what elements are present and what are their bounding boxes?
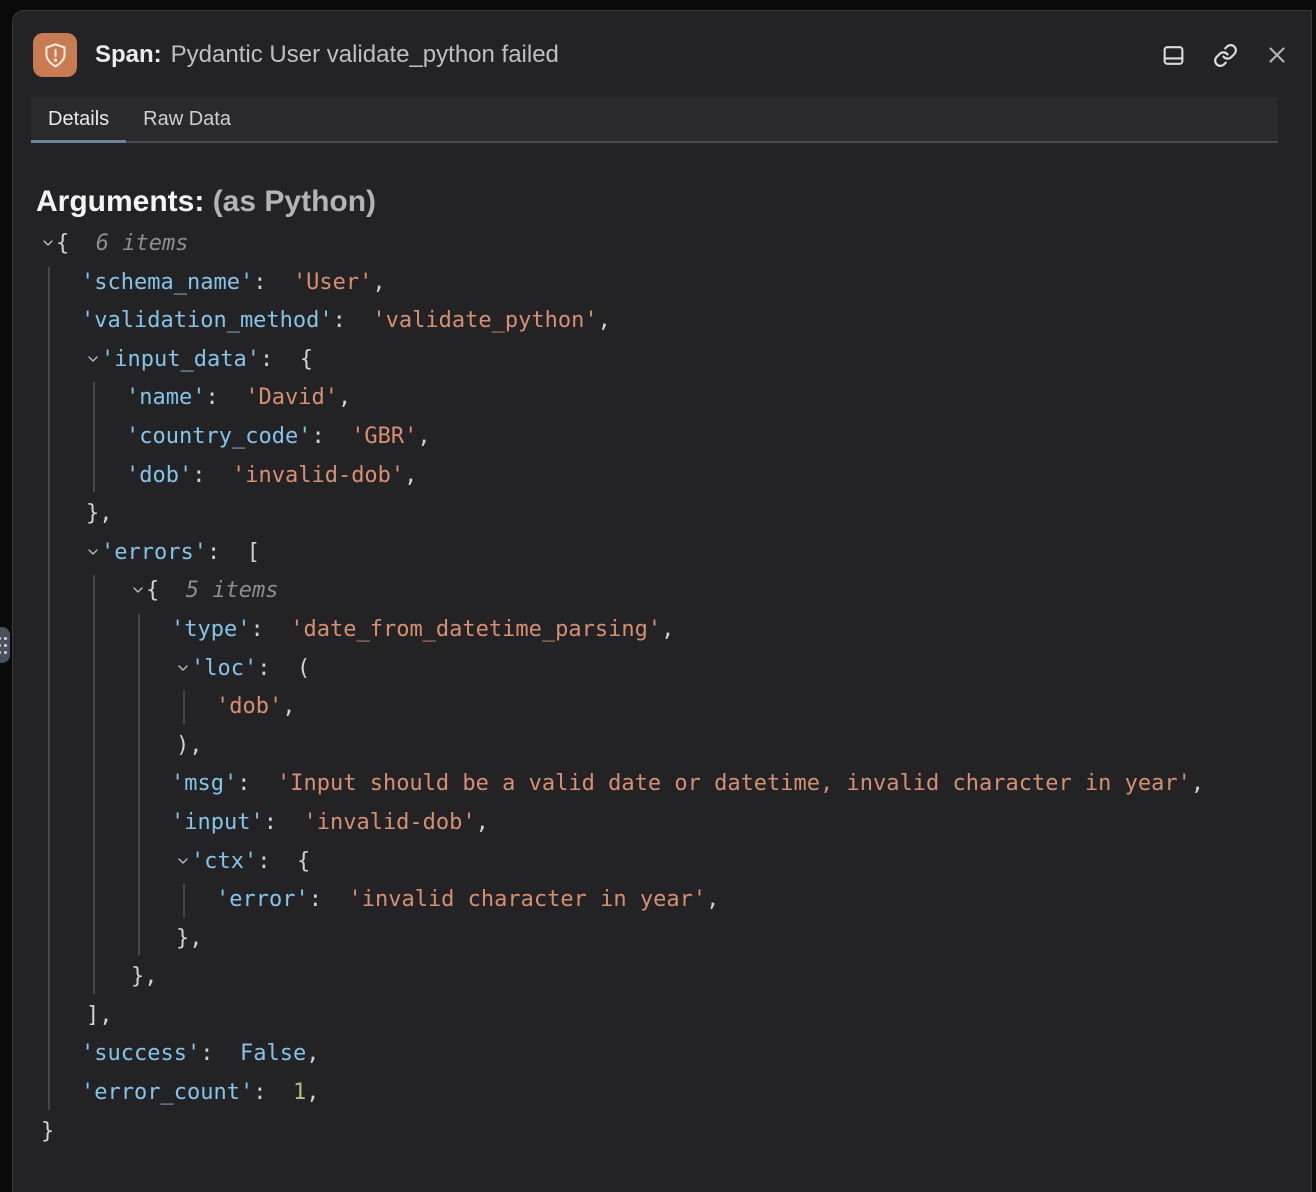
- code-line: { 6 items: [36, 225, 1311, 264]
- code-line: 'dob': 'invalid-dob',: [36, 457, 1311, 496]
- dock-panel-button[interactable]: [1161, 43, 1186, 68]
- code-line: 'type': 'date_from_datetime_parsing',: [36, 611, 1311, 650]
- chevron-down-icon[interactable]: [41, 225, 56, 264]
- code-line: },: [36, 958, 1311, 997]
- header-actions: [1161, 43, 1289, 68]
- panel-resize-handle[interactable]: [0, 627, 10, 663]
- span-title-text: Pydantic User validate_python failed: [171, 41, 559, 68]
- code-line: 'errors': [: [36, 534, 1311, 573]
- code-line: 'msg': 'Input should be a valid date or …: [36, 765, 1311, 804]
- code-line: 'schema_name': 'User',: [36, 264, 1311, 303]
- arguments-heading-main: Arguments:: [36, 185, 204, 218]
- code-line: 'input': 'invalid-dob',: [36, 804, 1311, 843]
- close-panel-button[interactable]: [1265, 43, 1289, 67]
- close-icon: [1265, 43, 1289, 67]
- code-line: 'error': 'invalid character in year',: [36, 881, 1311, 920]
- code-tree: { 6 items'schema_name': 'User','validati…: [36, 225, 1311, 1151]
- details-content: Arguments: (as Python) { 6 items'schema_…: [13, 143, 1311, 1151]
- screen: Span: Pydantic User validate_python faile…: [0, 0, 1316, 1192]
- indent-guide: [183, 691, 185, 724]
- code-line: 'error_count': 1,: [36, 1074, 1311, 1113]
- indent-guide: [48, 267, 50, 1110]
- grip-dots-icon: [0, 637, 7, 654]
- code-line: 'ctx': {: [36, 843, 1311, 882]
- copy-link-button[interactable]: [1213, 43, 1238, 68]
- chevron-down-icon[interactable]: [86, 341, 101, 380]
- code-line: }: [36, 1113, 1311, 1152]
- tab-bar: Details Raw Data: [31, 97, 1278, 143]
- code-line: 'dob',: [36, 688, 1311, 727]
- span-kind-label: Span:: [95, 41, 162, 68]
- code-line: 'validation_method': 'validate_python',: [36, 302, 1311, 341]
- dock-bottom-icon: [1161, 43, 1186, 68]
- span-warning-shield-icon: [33, 33, 77, 77]
- panel-title: Span: Pydantic User validate_python faile…: [95, 41, 559, 69]
- code-line: 'name': 'David',: [36, 379, 1311, 418]
- code-line: ),: [36, 727, 1311, 766]
- code-line: 'input_data': {: [36, 341, 1311, 380]
- code-line: ],: [36, 997, 1311, 1036]
- code-line: 'success': False,: [36, 1035, 1311, 1074]
- tab-raw-data[interactable]: Raw Data: [126, 97, 248, 141]
- chevron-down-icon[interactable]: [86, 534, 101, 573]
- arguments-heading-suffix: (as Python): [213, 185, 376, 218]
- indent-guide: [93, 575, 95, 994]
- panel-header: Span: Pydantic User validate_python faile…: [13, 11, 1311, 97]
- span-detail-panel: Span: Pydantic User validate_python faile…: [12, 10, 1312, 1192]
- tab-details[interactable]: Details: [31, 97, 126, 141]
- chevron-down-icon[interactable]: [131, 572, 146, 611]
- indent-guide: [138, 614, 140, 955]
- chevron-down-icon[interactable]: [176, 650, 191, 689]
- code-line: 'loc': (: [36, 650, 1311, 689]
- chevron-down-icon[interactable]: [176, 843, 191, 882]
- indent-guide: [93, 382, 95, 492]
- arguments-heading: Arguments: (as Python): [36, 185, 1311, 219]
- code-line: },: [36, 920, 1311, 959]
- link-icon: [1213, 43, 1238, 68]
- indent-guide: [183, 884, 185, 917]
- code-line: 'country_code': 'GBR',: [36, 418, 1311, 457]
- code-line: { 5 items: [36, 572, 1311, 611]
- code-line: },: [36, 495, 1311, 534]
